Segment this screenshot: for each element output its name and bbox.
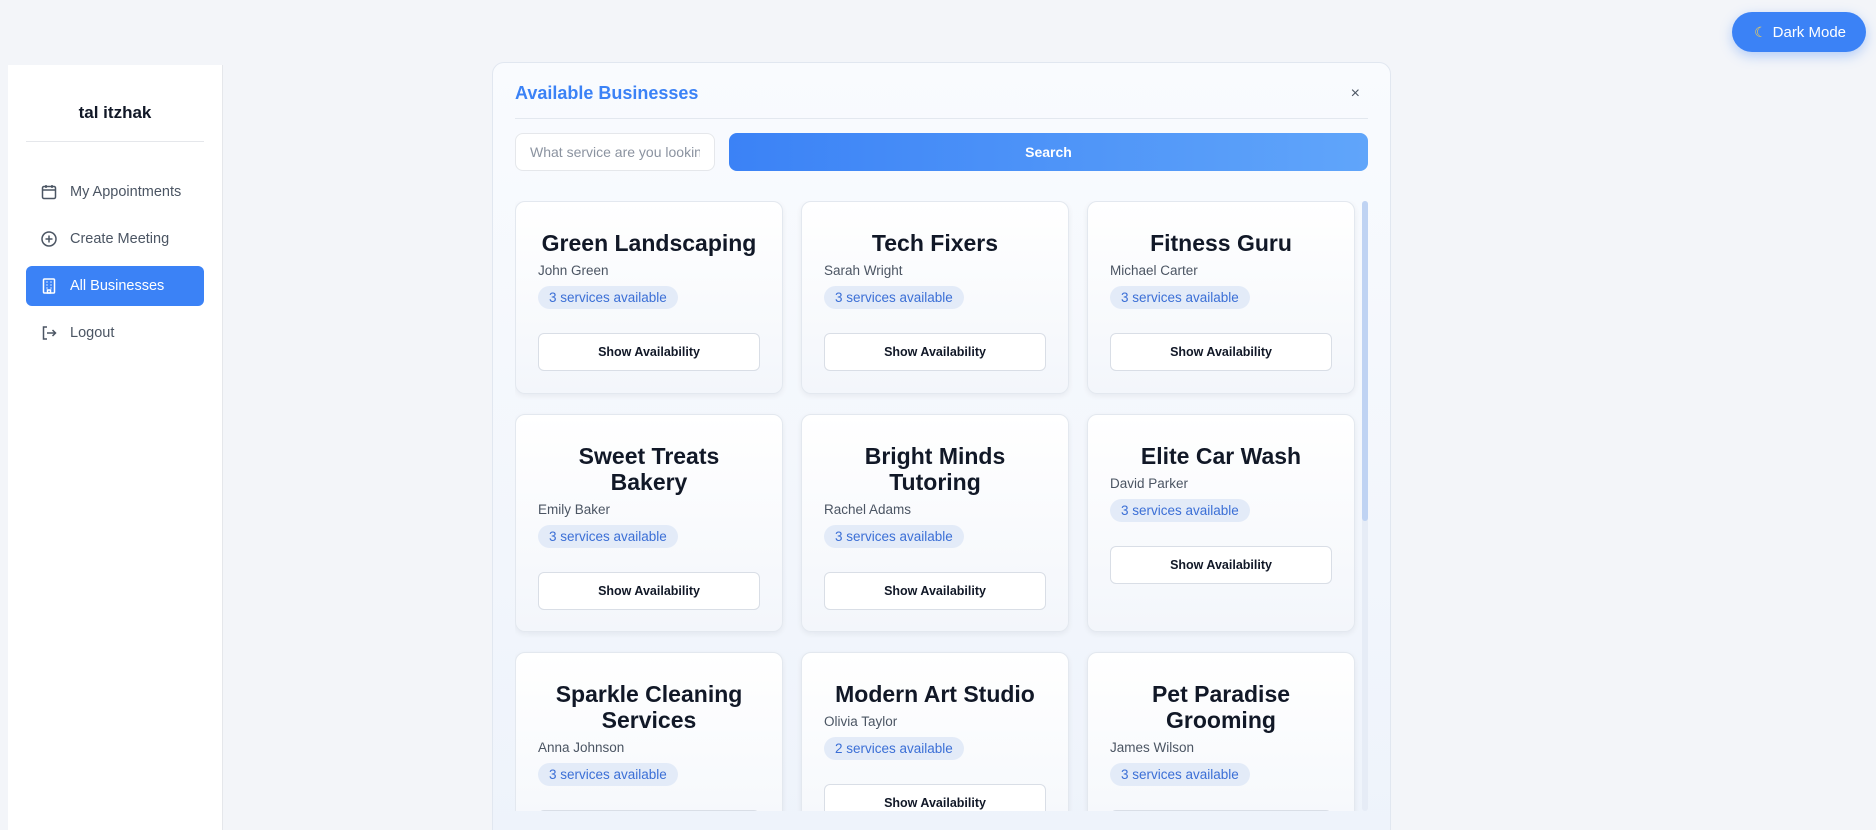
scrollbar-thumb[interactable] [1362,201,1368,521]
sidebar-item-label: All Businesses [70,278,165,294]
business-name: Elite Car Wash [1140,443,1302,469]
show-availability-button[interactable]: Show Availability [1110,546,1332,584]
logout-icon [40,324,58,342]
show-availability-button[interactable]: Show Availability [538,810,760,811]
moon-icon: ☾ [1754,23,1767,40]
business-owner: John Green [538,263,609,278]
sidebar-item-all-businesses[interactable]: All Businesses [26,266,204,306]
building-icon [40,277,58,295]
search-button[interactable]: Search [729,133,1368,171]
business-name: Green Landscaping [541,230,757,256]
show-availability-button[interactable]: Show Availability [538,572,760,610]
services-badge: 3 services available [824,525,964,548]
business-owner: Olivia Taylor [824,714,898,729]
business-card: Modern Art Studio Olivia Taylor 2 servic… [801,652,1069,811]
business-card: Green Landscaping John Green 3 services … [515,201,783,394]
business-card: Sparkle Cleaning Services Anna Johnson 3… [515,652,783,811]
business-card: Elite Car Wash David Parker 3 services a… [1087,414,1355,632]
business-card: Pet Paradise Grooming James Wilson 3 ser… [1087,652,1355,811]
business-name: Sweet Treats Bakery [578,443,720,495]
services-badge: 3 services available [538,763,678,786]
scrollbar[interactable] [1362,201,1368,811]
plus-circle-icon [40,230,58,248]
business-card: Fitness Guru Michael Carter 3 services a… [1087,201,1355,394]
modal-title: Available Businesses [515,83,699,103]
business-owner: Sarah Wright [824,263,903,278]
show-availability-button[interactable]: Show Availability [1110,333,1332,371]
dark-mode-toggle[interactable]: ☾ Dark Mode [1732,12,1866,52]
business-owner: Michael Carter [1110,263,1198,278]
search-input[interactable] [515,133,715,171]
modal-header: Available Businesses × [515,63,1368,119]
businesses-modal: Available Businesses × Search Green Land… [492,62,1391,830]
business-name: Fitness Guru [1150,230,1292,256]
services-badge: 3 services available [538,286,678,309]
business-card: Bright Minds Tutoring Rachel Adams 3 ser… [801,414,1069,632]
sidebar-item-label: Create Meeting [70,231,170,247]
business-owner: Anna Johnson [538,740,625,755]
show-availability-button[interactable]: Show Availability [824,784,1046,811]
services-badge: 3 services available [1110,286,1250,309]
business-owner: David Parker [1110,476,1189,491]
business-owner: Rachel Adams [824,502,912,517]
sidebar: tal itzhak My Appointments Create Meetin… [8,65,223,830]
search-row: Search [515,133,1368,171]
business-owner: Emily Baker [538,502,611,517]
services-badge: 3 services available [1110,499,1250,522]
business-name: Bright Minds Tutoring [864,443,1006,495]
show-availability-button[interactable]: Show Availability [824,333,1046,371]
sidebar-item-create-meeting[interactable]: Create Meeting [26,219,204,259]
close-button[interactable]: × [1351,85,1368,103]
business-list: Green Landscaping John Green 3 services … [515,201,1368,811]
calendar-icon [40,183,58,201]
services-badge: 3 services available [824,286,964,309]
services-badge: 3 services available [1110,763,1250,786]
sidebar-item-label: Logout [70,325,115,341]
show-availability-button[interactable]: Show Availability [824,572,1046,610]
business-name: Pet Paradise Grooming [1151,681,1291,733]
sidebar-item-my-appointments[interactable]: My Appointments [26,172,204,212]
services-badge: 2 services available [824,737,964,760]
show-availability-button[interactable]: Show Availability [1110,810,1332,811]
business-name: Sparkle Cleaning Services [555,681,743,733]
business-card: Tech Fixers Sarah Wright 3 services avai… [801,201,1069,394]
business-owner: James Wilson [1110,740,1195,755]
business-name: Tech Fixers [871,230,999,256]
business-card: Sweet Treats Bakery Emily Baker 3 servic… [515,414,783,632]
user-name: tal itzhak [26,65,204,142]
show-availability-button[interactable]: Show Availability [538,333,760,371]
sidebar-nav: My Appointments Create Meeting All Busin… [26,172,204,353]
dark-mode-label: Dark Mode [1772,23,1846,41]
business-name: Modern Art Studio [835,681,1035,707]
services-badge: 3 services available [538,525,678,548]
sidebar-item-label: My Appointments [70,184,182,200]
sidebar-item-logout[interactable]: Logout [26,313,204,353]
